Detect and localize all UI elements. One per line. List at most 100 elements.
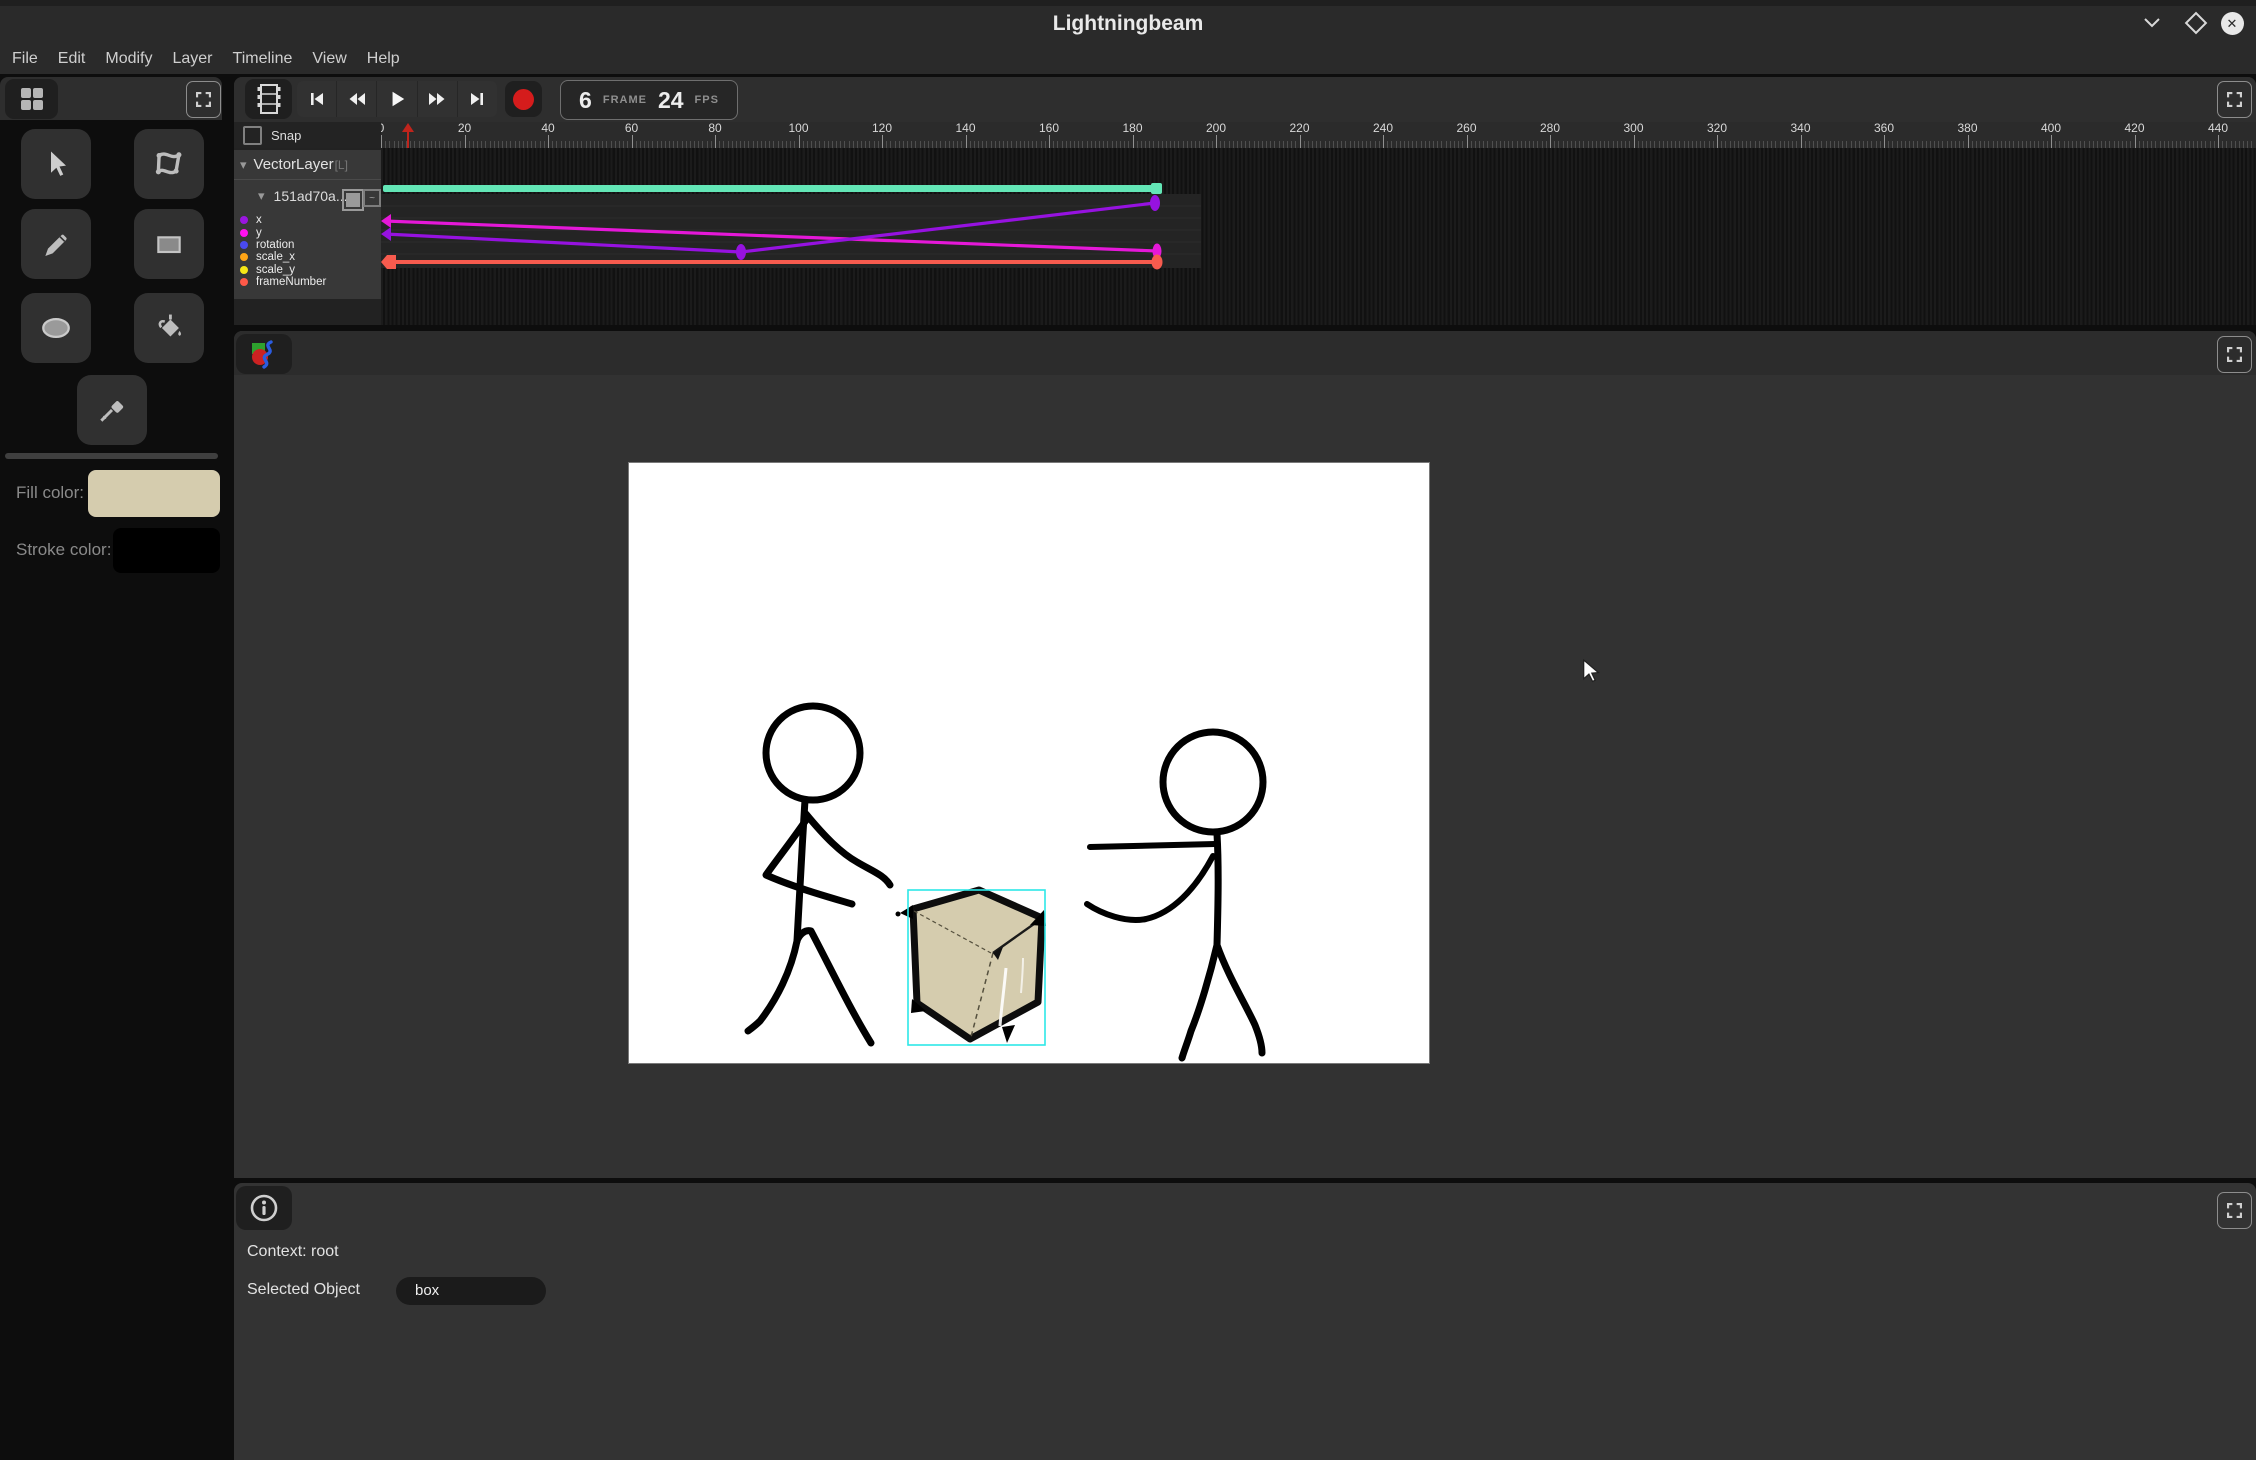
tool-rectangle-button[interactable] xyxy=(134,209,204,279)
object-tween-toggle-button[interactable]: ~ xyxy=(363,189,381,207)
canvas-expand-button[interactable] xyxy=(2217,336,2252,373)
rewind-button[interactable] xyxy=(337,81,377,117)
object-swatch-toggle-button[interactable] xyxy=(342,189,364,211)
ruler-tick-minor xyxy=(2097,141,2098,148)
menu-modify[interactable]: Modify xyxy=(95,44,162,74)
ruler-tick-minor xyxy=(1755,141,1756,148)
inspector-expand-button[interactable] xyxy=(2217,1192,2252,1229)
window-title: Lightningbeam xyxy=(1053,12,1204,36)
property-row-y[interactable]: y xyxy=(234,226,381,238)
fps-value[interactable]: 24 xyxy=(658,87,684,114)
info-button[interactable] xyxy=(236,1186,292,1230)
menu-file[interactable]: File xyxy=(2,44,48,74)
ruler-tick-minor xyxy=(2214,141,2215,148)
tool-pencil-button[interactable] xyxy=(21,209,91,279)
ruler-tick-minor xyxy=(1245,141,1246,148)
current-frame-value[interactable]: 6 xyxy=(579,87,592,114)
ruler-tick-minor xyxy=(761,141,762,148)
object-row[interactable]: ▾ 151ad70a... ~ xyxy=(234,180,381,212)
window-close-icon[interactable]: ✕ xyxy=(2220,11,2244,35)
ruler-tick-major xyxy=(1133,135,1134,148)
ruler-tick-minor xyxy=(1500,141,1501,148)
ruler-tick-minor xyxy=(1775,141,1776,148)
ruler-tick-minor xyxy=(1379,141,1380,148)
ruler-tick-minor xyxy=(702,141,703,148)
ruler-tick-minor xyxy=(849,141,850,148)
ruler-tick-minor xyxy=(1370,141,1371,148)
tool-grid-button[interactable] xyxy=(5,79,58,119)
ruler-tick-minor xyxy=(936,141,937,148)
property-name: y xyxy=(256,227,262,239)
canvas-panel xyxy=(234,331,2256,1178)
ruler-tick-minor xyxy=(1141,141,1142,148)
ruler-tick-minor xyxy=(1487,141,1488,148)
film-roll-button[interactable] xyxy=(245,79,292,119)
ruler-tick-minor xyxy=(481,141,482,148)
ruler-tick-major xyxy=(2135,135,2136,148)
tool-select-button[interactable] xyxy=(21,129,91,199)
chevron-down-icon[interactable]: ▾ xyxy=(240,157,247,173)
property-row-x[interactable]: x xyxy=(234,214,381,226)
ruler-tick-minor xyxy=(661,141,662,148)
skip-to-end-button[interactable] xyxy=(458,81,497,117)
timeline-expand-button[interactable] xyxy=(2217,81,2252,118)
skip-to-start-button[interactable] xyxy=(297,81,337,117)
keyframe-track-area[interactable] xyxy=(381,148,2256,325)
property-row-frameNumber[interactable]: frameNumber xyxy=(234,276,381,288)
property-row-rotation[interactable]: rotation xyxy=(234,239,381,251)
ruler-tick-minor xyxy=(974,141,975,148)
ruler-tick-minor xyxy=(2151,141,2152,148)
ruler-tick-minor xyxy=(2172,141,2173,148)
ruler-tick-minor xyxy=(665,141,666,148)
ruler-tick-minor xyxy=(1162,141,1163,148)
snap-checkbox[interactable] xyxy=(243,126,262,145)
ruler-tick-minor xyxy=(1446,141,1447,148)
ruler-tick-minor xyxy=(744,141,745,148)
ruler-tick-minor xyxy=(431,141,432,148)
ruler-tick-minor xyxy=(435,141,436,148)
tool-eyedropper-button[interactable] xyxy=(77,375,147,445)
play-button[interactable] xyxy=(377,81,417,117)
ruler-tick-minor xyxy=(1421,141,1422,148)
menu-layer[interactable]: Layer xyxy=(162,44,222,74)
layer-row[interactable]: ▾ VectorLayer [L] xyxy=(234,150,381,180)
menu-timeline[interactable]: Timeline xyxy=(223,44,303,74)
stage[interactable] xyxy=(629,463,1429,1063)
menu-help[interactable]: Help xyxy=(357,44,410,74)
scene-logo-button[interactable] xyxy=(236,334,292,374)
ruler-tick-minor xyxy=(999,141,1000,148)
record-button[interactable] xyxy=(505,81,542,117)
ruler-tick-minor xyxy=(586,141,587,148)
ruler-tick-minor xyxy=(961,141,962,148)
ruler-tick-minor xyxy=(1625,141,1626,148)
ruler-tick-minor xyxy=(1771,141,1772,148)
timeline-ruler[interactable]: 0204060801001201401601802002202402602803… xyxy=(234,122,2256,148)
selected-object-input[interactable]: box xyxy=(396,1277,546,1305)
ruler-tick-minor xyxy=(1650,141,1651,148)
property-row-scale_x[interactable]: scale_x xyxy=(234,251,381,263)
window-maximize-diamond-icon[interactable] xyxy=(2184,11,2208,35)
ruler-tick-minor xyxy=(2231,141,2232,148)
clip-duration-bar xyxy=(383,185,1160,192)
window-minimize-chevron-icon[interactable] xyxy=(2140,11,2164,35)
property-color-dot xyxy=(240,253,248,261)
tool-ellipse-button[interactable] xyxy=(21,293,91,363)
property-name: x xyxy=(256,214,262,226)
ruler-tick-minor xyxy=(1066,141,1067,148)
ruler-tick-minor xyxy=(886,141,887,148)
property-row-scale_y[interactable]: scale_y xyxy=(234,264,381,276)
stroke-color-swatch[interactable] xyxy=(113,528,220,573)
menu-view[interactable]: View xyxy=(302,44,356,74)
chevron-down-icon[interactable]: ▾ xyxy=(258,188,265,204)
toolbox-expand-button[interactable] xyxy=(186,81,221,118)
tool-transform-button[interactable] xyxy=(134,129,204,199)
menu-edit[interactable]: Edit xyxy=(48,44,96,74)
ruler-tick-minor xyxy=(569,141,570,148)
box-object xyxy=(896,890,1047,1043)
fast-forward-button[interactable] xyxy=(418,81,458,117)
ruler-tick-minor xyxy=(1116,141,1117,148)
tool-paint-bucket-button[interactable] xyxy=(134,293,204,363)
ruler-tick-minor xyxy=(1759,141,1760,148)
ruler-tick-minor xyxy=(1901,141,1902,148)
fill-color-swatch[interactable] xyxy=(88,470,220,517)
